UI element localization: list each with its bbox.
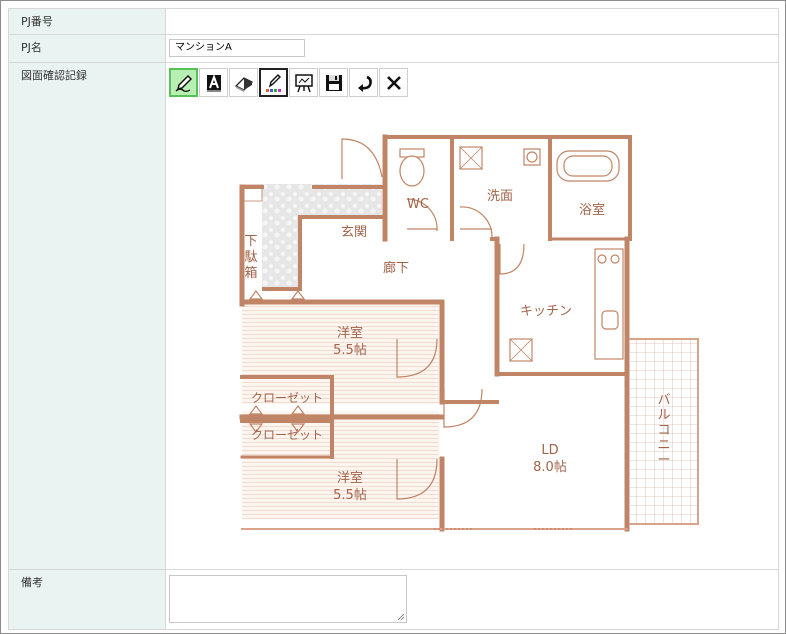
room-western-2-name: 洋室 bbox=[337, 470, 363, 486]
room-closet-2: クローゼット bbox=[251, 428, 323, 442]
resize-grip-icon[interactable] bbox=[398, 614, 404, 620]
room-shoe-box-1: 下 bbox=[244, 234, 257, 249]
room-balcony-3: コ bbox=[657, 423, 670, 438]
room-hallway: 廊下 bbox=[383, 260, 409, 276]
room-shoe-box-2: 駄 bbox=[244, 250, 257, 265]
room-bathroom: 浴室 bbox=[579, 202, 605, 218]
room-western-1-name: 洋室 bbox=[337, 325, 363, 341]
close-x-icon bbox=[386, 75, 401, 90]
color-pen-icon bbox=[265, 73, 281, 92]
pj-name-input[interactable]: マンションA bbox=[169, 39, 305, 57]
floor-plan[interactable]: WC 洗面 浴室 玄関 下 駄 箱 廊下 キッチン 洋室 5.5帖 クローゼット… bbox=[232, 119, 712, 539]
room-balcony-1: バ bbox=[657, 393, 670, 408]
drawing-toolbar bbox=[169, 68, 409, 97]
remarks-row: 備考 bbox=[8, 570, 779, 630]
remarks-cell bbox=[166, 570, 779, 629]
clear-button[interactable] bbox=[379, 68, 408, 97]
room-balcony-5: ー bbox=[657, 453, 670, 468]
pj-name-cell: マンションA bbox=[166, 35, 779, 62]
pj-number-value bbox=[166, 9, 779, 34]
eraser-icon bbox=[234, 76, 253, 92]
room-closet-1: クローゼット bbox=[251, 391, 323, 405]
text-a-icon bbox=[206, 73, 221, 92]
room-balcony-2: ル bbox=[657, 408, 670, 423]
pj-name-row: PJ名 マンションA bbox=[8, 35, 779, 63]
drawing-record-row: 図面確認記録 WC 洗面 浴室 玄関 下 駄 箱 廊下 キッチン 洋室 5.5帖… bbox=[8, 63, 779, 570]
room-shoe-box-3: 箱 bbox=[244, 265, 257, 281]
room-washroom: 洗面 bbox=[487, 189, 513, 204]
room-balcony-4: ニ bbox=[657, 438, 670, 453]
pj-number-row: PJ番号 bbox=[8, 9, 779, 35]
room-western-1-size: 5.5帖 bbox=[333, 343, 367, 358]
floppy-disk-icon bbox=[325, 74, 342, 91]
room-kitchen: キッチン bbox=[520, 304, 572, 319]
form-window: PJ番号 PJ名 マンションA 図面確認記録 WC 洗面 浴室 玄関 下 駄 箱… bbox=[0, 0, 786, 634]
project-form: PJ番号 PJ名 マンションA 図面確認記録 WC 洗面 浴室 玄関 下 駄 箱… bbox=[8, 8, 779, 630]
undo-arrow-icon bbox=[357, 75, 372, 92]
color-pen-button[interactable] bbox=[259, 68, 288, 97]
undo-button[interactable] bbox=[349, 68, 378, 97]
board-button[interactable] bbox=[289, 68, 318, 97]
pen-tool-button[interactable] bbox=[169, 68, 198, 97]
room-ld-size: 8.0帖 bbox=[533, 460, 567, 475]
remarks-label: 備考 bbox=[8, 570, 166, 629]
text-tool-button[interactable] bbox=[199, 68, 228, 97]
pj-name-label: PJ名 bbox=[8, 35, 166, 62]
remarks-textarea[interactable] bbox=[169, 575, 407, 623]
save-button[interactable] bbox=[319, 68, 348, 97]
room-entrance: 玄関 bbox=[341, 225, 367, 240]
drawing-record-label: 図面確認記録 bbox=[8, 63, 166, 569]
pen-icon bbox=[175, 74, 192, 92]
room-ld-name: LD bbox=[541, 443, 558, 458]
room-wc: WC bbox=[407, 197, 429, 212]
eraser-tool-button[interactable] bbox=[229, 68, 258, 97]
room-western-2-size: 5.5帖 bbox=[333, 488, 367, 503]
pj-number-label: PJ番号 bbox=[8, 9, 166, 34]
easel-icon bbox=[294, 73, 313, 92]
drawing-record-cell: WC 洗面 浴室 玄関 下 駄 箱 廊下 キッチン 洋室 5.5帖 クローゼット… bbox=[166, 63, 779, 569]
